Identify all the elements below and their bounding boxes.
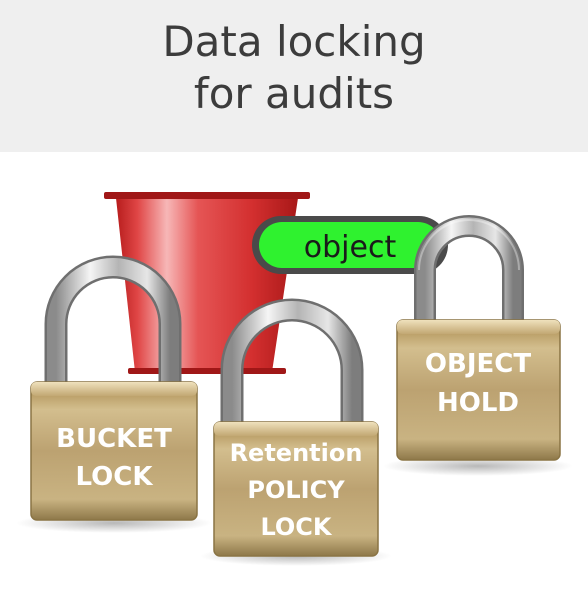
retention-lock-line-1: Retention (230, 439, 363, 467)
title-line-1: Data locking (162, 17, 426, 66)
header-banner: Data locking for audits (0, 0, 588, 152)
retention-lock-line-3: LOCK (260, 513, 332, 541)
object-hold-line-1: OBJECT (425, 349, 531, 379)
object-hold-line-2: HOLD (437, 388, 519, 418)
page-title: Data locking for audits (0, 16, 588, 120)
retention-policy-lock-icon: Retention POLICY LOCK (200, 298, 392, 566)
title-line-2: for audits (193, 69, 395, 118)
bucket-lock-line-1: BUCKET (56, 424, 172, 454)
bucket-lock-line-2: LOCK (76, 462, 154, 492)
retention-lock-line-2: POLICY (247, 476, 345, 504)
object-label: object (304, 230, 397, 265)
data-locking-illustration: object OBJECT HOLD BUCKET LOCK Retention… (16, 192, 573, 566)
